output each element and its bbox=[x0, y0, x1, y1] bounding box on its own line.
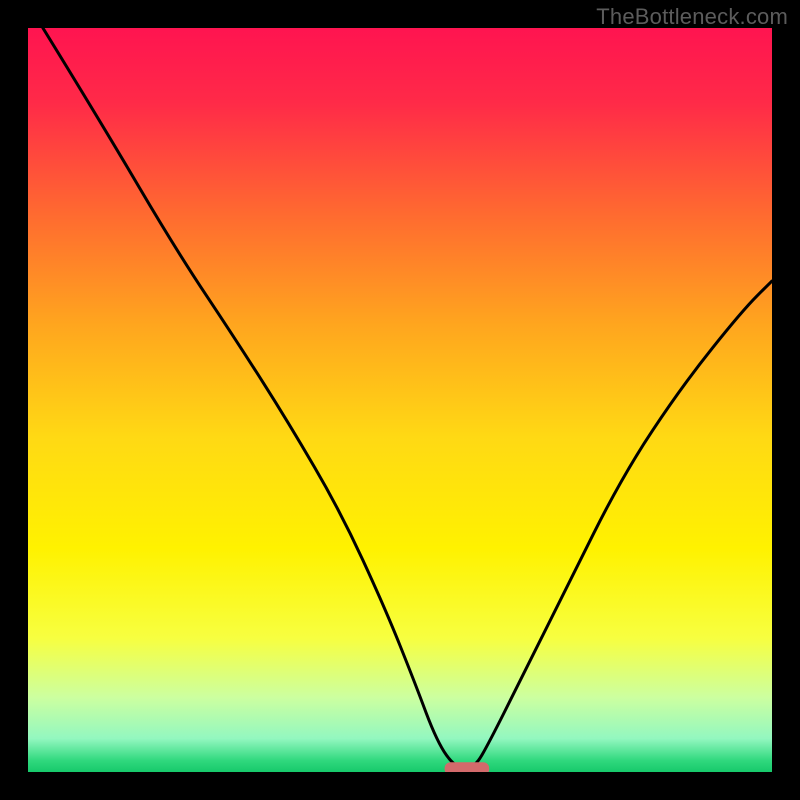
chart-frame: TheBottleneck.com bbox=[0, 0, 800, 800]
bottleneck-chart bbox=[28, 28, 772, 772]
watermark-text: TheBottleneck.com bbox=[596, 4, 788, 30]
chart-svg bbox=[28, 28, 772, 772]
optimal-marker bbox=[445, 762, 490, 772]
chart-background bbox=[28, 28, 772, 772]
